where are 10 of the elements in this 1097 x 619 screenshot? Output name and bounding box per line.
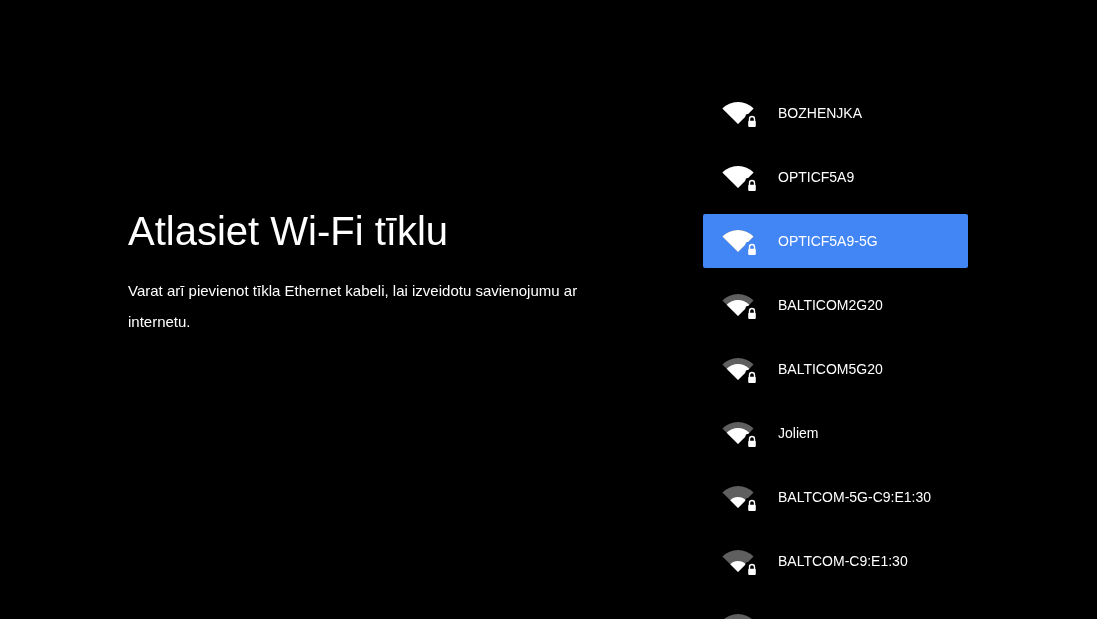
network-item[interactable]: Joliem [703,406,968,460]
network-item[interactable]: BALTICOM5G20 [703,342,968,396]
page-title: Atlasiet Wi-Fi tīklu [128,208,449,255]
page-description: Varat arī pievienot tīkla Ethernet kabeli, lai izveidotu savienojumu ar internetu. [128,281,579,332]
network-item[interactable]: BALTICOM2G20 [703,278,968,332]
network-item[interactable]: BOZHENJKA [703,86,968,140]
network-item[interactable]: OPTICF5A9-5G [703,214,968,268]
network-item[interactable]: BALTCOM-C9:E1:30 [703,534,968,588]
network-item[interactable]: BALTCOM-5G-C9:E1:30 [703,470,968,524]
network-item[interactable]: OPTICF5A9 [703,150,968,204]
